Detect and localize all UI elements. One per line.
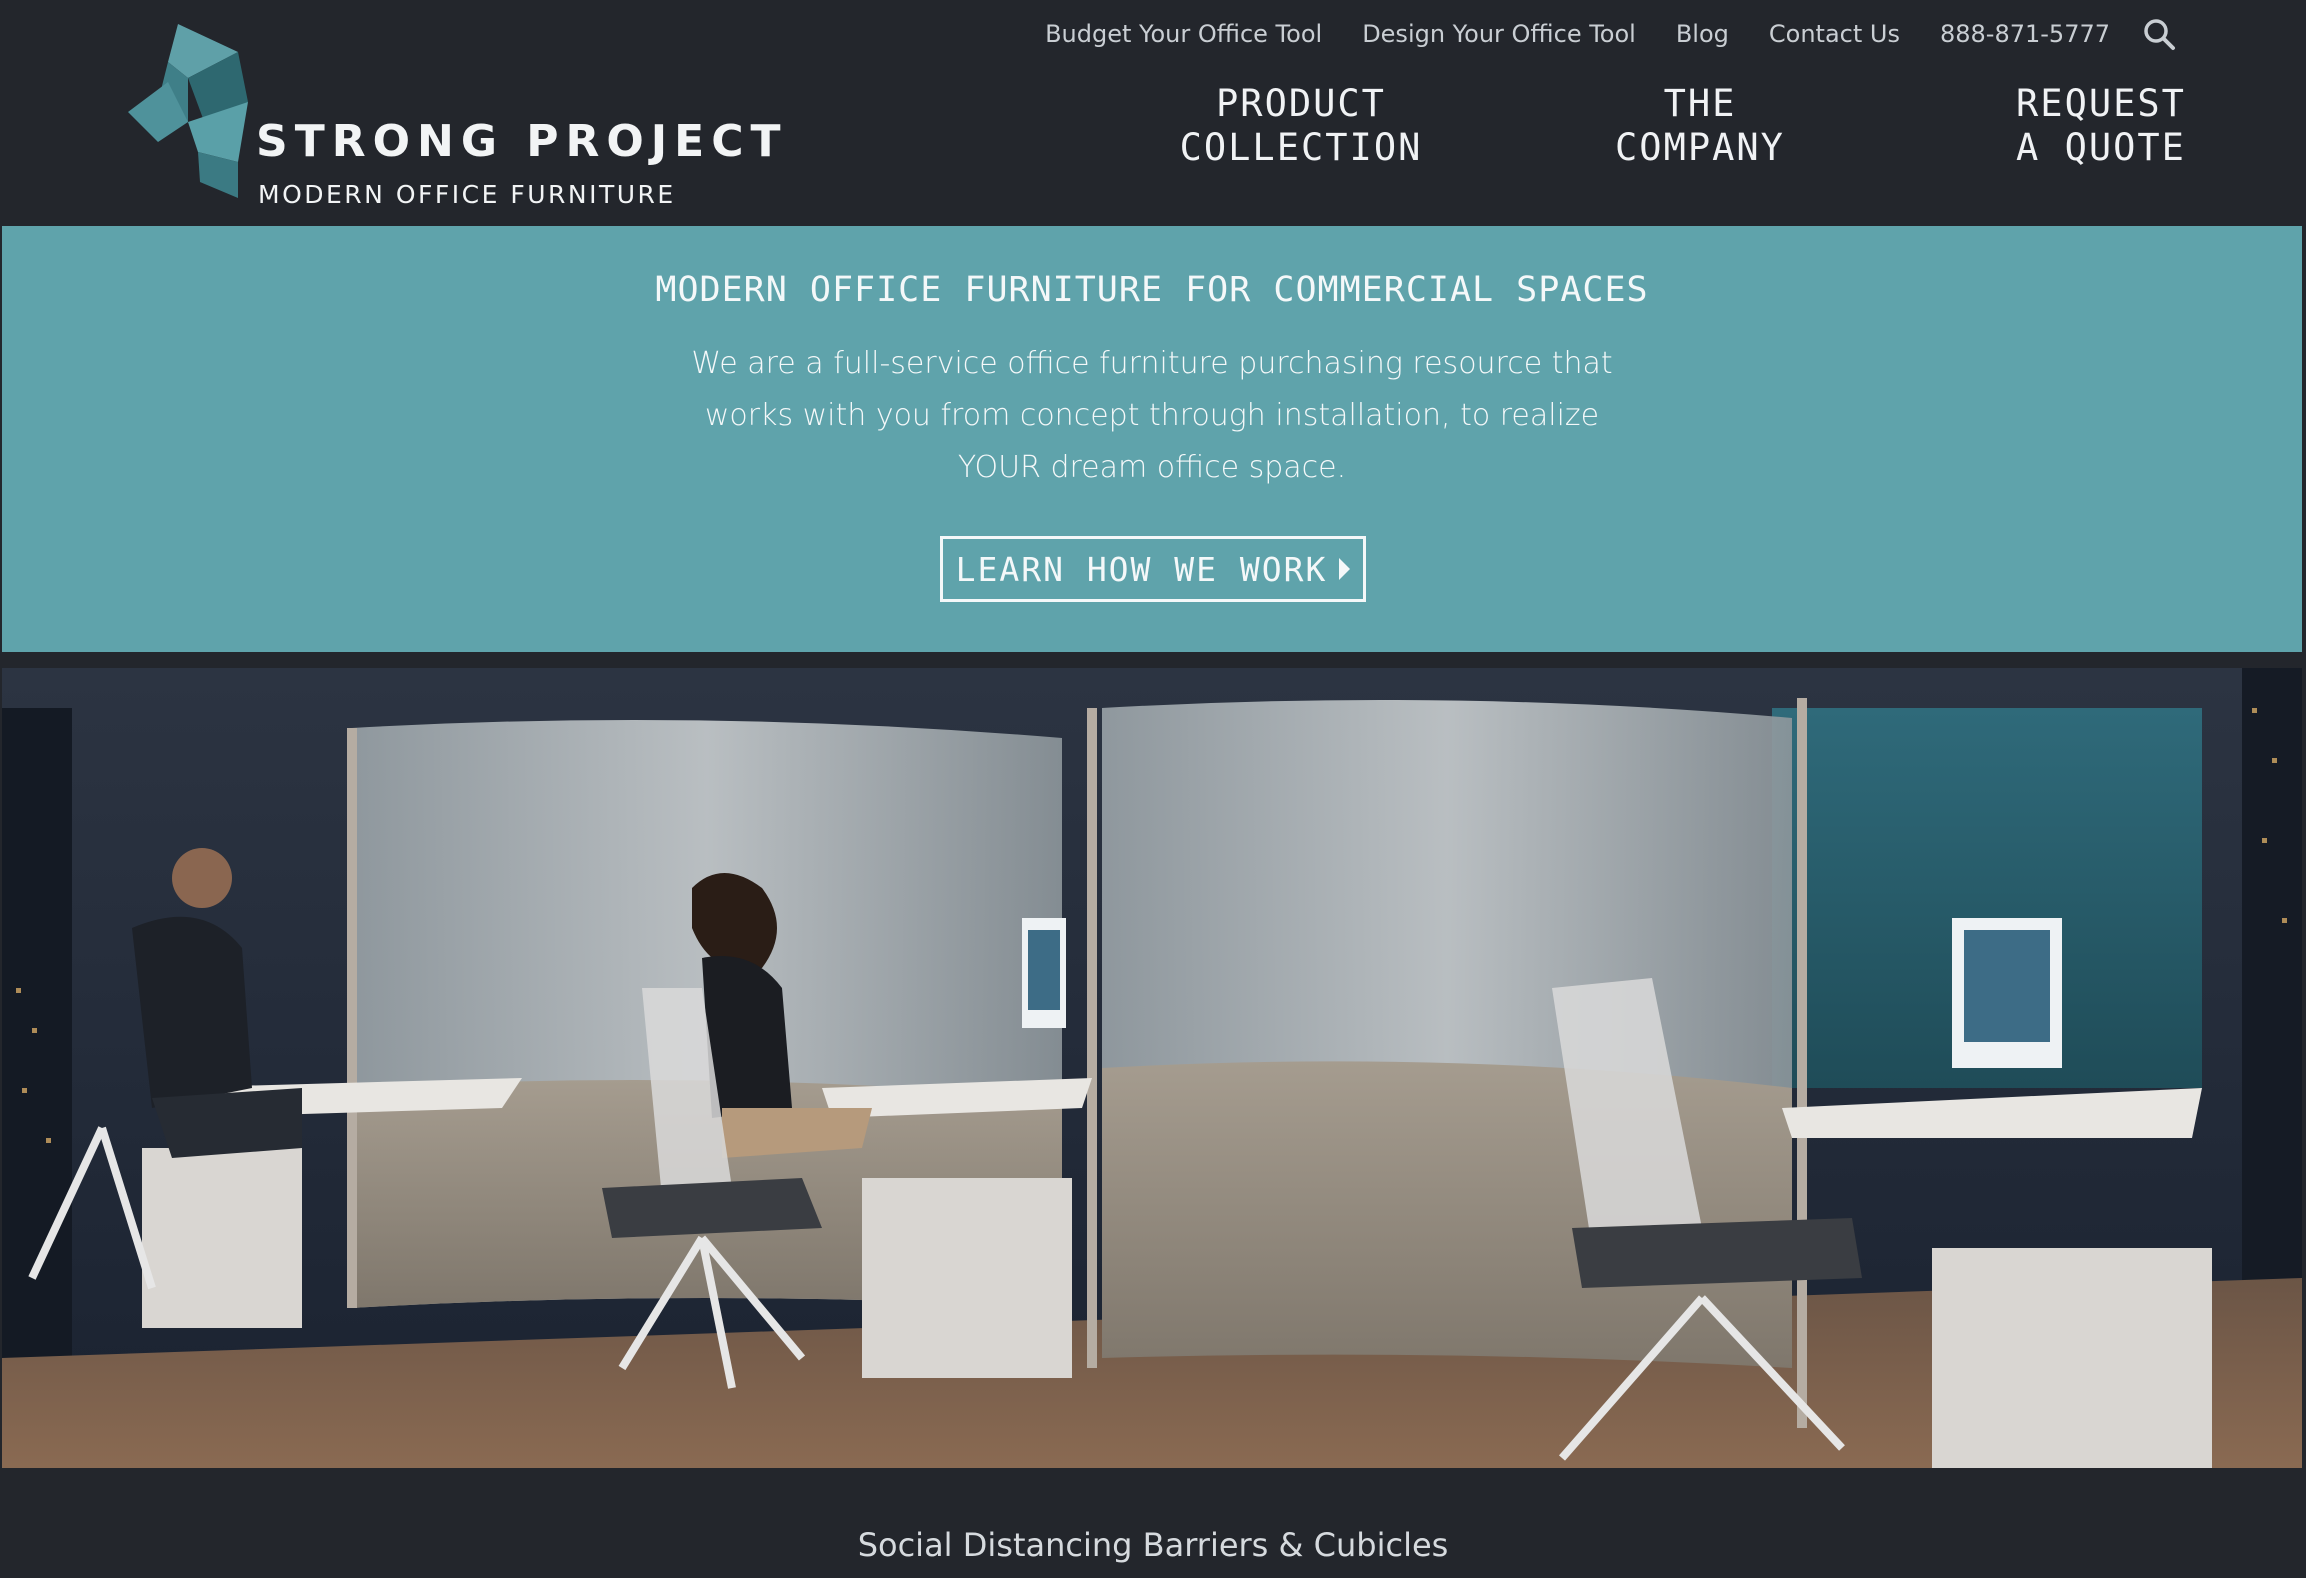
nav-product-collection[interactable]: PRODUCT COLLECTION [1168,82,1434,170]
nav-label-line: REQUEST [2016,82,2186,125]
hero-title: MODERN OFFICE FURNITURE FOR COMMERCIAL S… [655,270,1649,310]
learn-how-we-work-button[interactable]: LEARN HOW WE WORK [940,536,1366,602]
site-logo[interactable]: STRONG PROJECT MODERN OFFICE FURNITURE [128,22,781,209]
hero-office-photo [2,668,2302,1468]
nav-label-line: COLLECTION [1179,126,1423,169]
design-tool-link[interactable]: Design Your Office Tool [1362,20,1636,48]
section-caption: Social Distancing Barriers & Cubicles [857,1526,1449,1564]
search-icon[interactable] [2142,17,2176,51]
budget-tool-link[interactable]: Budget Your Office Tool [1045,20,1322,48]
nav-label-line: COMPANY [1615,126,1785,169]
brand-name: STRONG PROJECT [256,116,788,167]
nav-label-line: A QUOTE [2016,126,2186,169]
cube-logo-icon [128,24,248,198]
phone-link[interactable]: 888-871-5777 [1940,20,2110,48]
hero-band: MODERN OFFICE FURNITURE FOR COMMERCIAL S… [2,226,2302,652]
nav-the-company[interactable]: THE COMPANY [1580,82,1820,170]
nav-request-quote[interactable]: REQUEST A QUOTE [1990,82,2212,170]
brand-tagline: MODERN OFFICE FURNITURE [258,180,676,209]
nav-label-line: THE [1663,82,1737,125]
nav-label-line: PRODUCT [1216,82,1386,125]
utility-nav: Budget Your Office Tool Design Your Offi… [1005,16,2176,52]
blog-link[interactable]: Blog [1676,20,1729,48]
site-header: STRONG PROJECT MODERN OFFICE FURNITURE B… [0,0,2306,226]
contact-us-link[interactable]: Contact Us [1769,20,1900,48]
cta-label: LEARN HOW WE WORK [955,549,1328,589]
hero-description: We are a full-service office furniture p… [691,346,1613,485]
caret-right-icon [1339,558,1351,580]
